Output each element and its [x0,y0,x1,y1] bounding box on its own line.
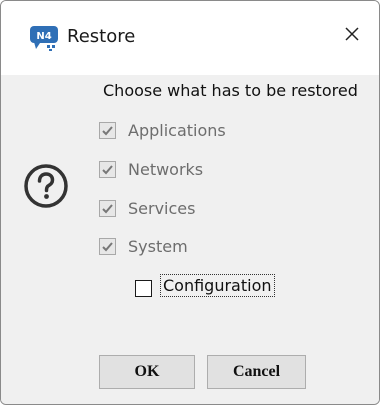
services-label: Services [128,198,196,218]
option-system[interactable]: System [99,235,188,257]
check-icon [102,203,113,213]
prompt-text: Choose what has to be restored [103,81,358,100]
configuration-label[interactable]: Configuration [160,274,275,297]
applications-checkbox[interactable] [99,121,116,139]
applications-label: Applications [128,120,226,140]
option-networks[interactable]: Networks [99,158,203,180]
dialog-content: Choose what has to be restored Applicati… [1,75,379,404]
window-title: Restore [67,26,136,47]
check-icon [102,241,113,251]
question-circle-icon [24,164,68,208]
nx-app-icon: N4 [30,26,58,51]
system-checkbox[interactable] [99,237,116,255]
services-checkbox[interactable] [99,199,116,217]
networks-label: Networks [128,159,204,179]
cancel-button[interactable]: Cancel [207,355,306,389]
option-applications[interactable]: Applications [99,119,226,141]
svg-text:N4: N4 [36,31,51,42]
restore-dialog: N4 Restore Choose what has to be restore… [0,0,380,405]
configuration-checkbox[interactable] [135,280,152,297]
close-button[interactable] [339,21,365,47]
title-bar[interactable]: N4 Restore [1,1,379,75]
networks-checkbox[interactable] [99,160,116,178]
close-icon [345,27,359,41]
option-services[interactable]: Services [99,197,195,219]
system-label: System [128,236,188,256]
check-icon [102,164,113,174]
check-icon [102,125,113,135]
ok-button[interactable]: OK [99,355,195,389]
